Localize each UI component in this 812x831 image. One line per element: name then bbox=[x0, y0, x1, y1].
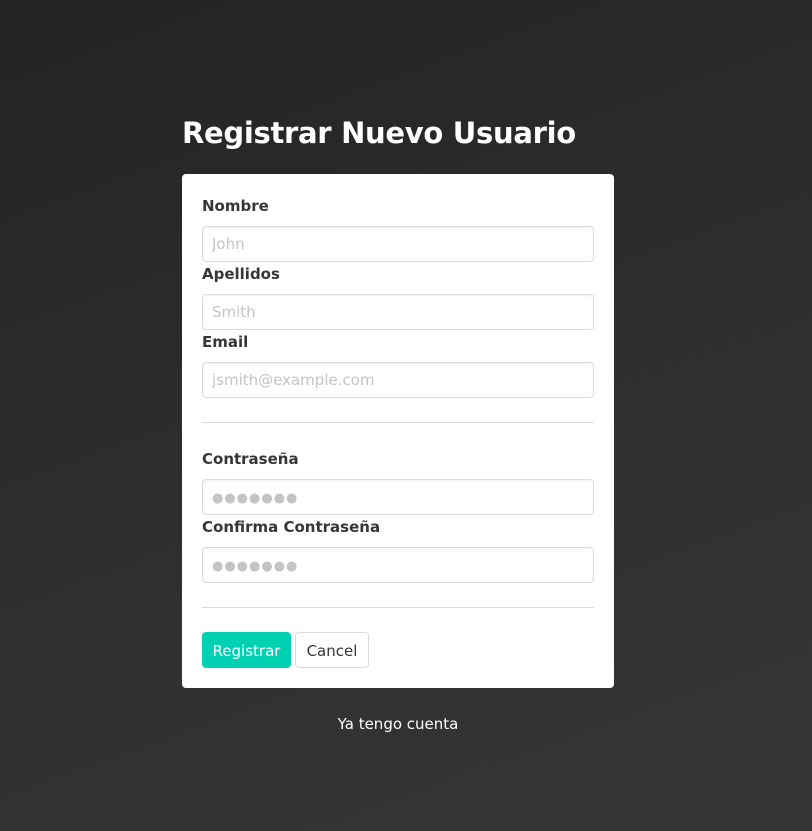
actions-divider bbox=[202, 607, 594, 608]
email-input[interactable] bbox=[202, 362, 594, 398]
surname-input[interactable] bbox=[202, 294, 594, 330]
password-confirm-label: Confirma Contraseña bbox=[202, 518, 381, 536]
password-label: Contraseña bbox=[202, 450, 299, 468]
password-input[interactable] bbox=[202, 479, 594, 515]
surname-label: Apellidos bbox=[202, 265, 280, 283]
register-form-card: Nombre Apellidos Email Contraseña Confir… bbox=[182, 174, 614, 688]
page-title: Registrar Nuevo Usuario bbox=[182, 116, 576, 150]
name-label: Nombre bbox=[202, 197, 269, 215]
cancel-button[interactable]: Cancel bbox=[295, 632, 369, 668]
register-button[interactable]: Registrar bbox=[202, 632, 291, 668]
name-input[interactable] bbox=[202, 226, 594, 262]
login-link[interactable]: Ya tengo cuenta bbox=[182, 714, 614, 734]
section-divider bbox=[202, 422, 594, 423]
password-confirm-input[interactable] bbox=[202, 547, 594, 583]
email-label: Email bbox=[202, 333, 249, 351]
